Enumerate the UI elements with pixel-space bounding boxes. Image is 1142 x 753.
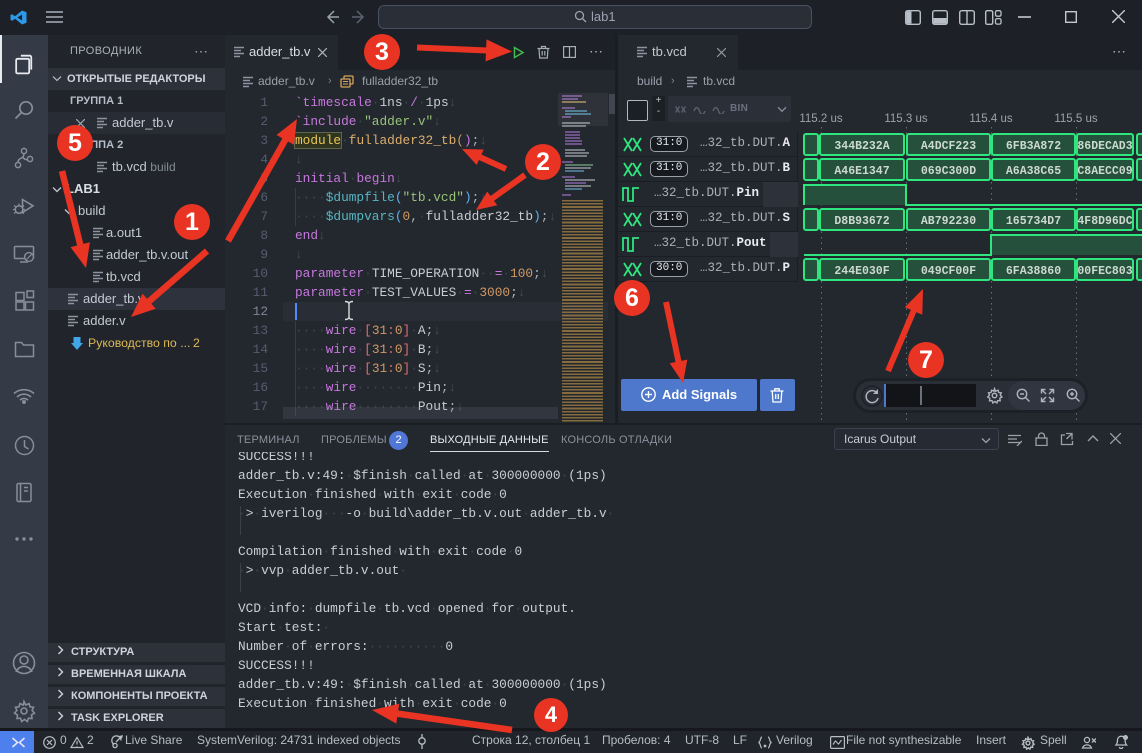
svg-text:A46E1347: A46E1347 — [834, 165, 889, 178]
svg-text:C8AECC09: C8AECC09 — [1077, 165, 1132, 178]
svg-text:6FA38860: 6FA38860 — [1006, 265, 1061, 278]
svg-text:00FEC803: 00FEC803 — [1077, 265, 1132, 278]
svg-text:049CF00F: 049CF00F — [921, 265, 976, 278]
svg-text:4F8D96DC: 4F8D96DC — [1077, 215, 1132, 228]
svg-text:069C300D: 069C300D — [921, 165, 976, 178]
svg-text:A6A38C65: A6A38C65 — [1006, 165, 1061, 178]
svg-text:D8B93672: D8B93672 — [834, 215, 889, 228]
svg-text:AB792230: AB792230 — [921, 215, 976, 228]
svg-text:344B232A: 344B232A — [834, 140, 889, 153]
svg-text:86DECAD3: 86DECAD3 — [1077, 140, 1132, 153]
svg-text:6FB3A872: 6FB3A872 — [1006, 140, 1061, 153]
svg-text:A4DCF223: A4DCF223 — [921, 140, 976, 153]
svg-text:244E030F: 244E030F — [834, 265, 889, 278]
svg-text:165734D7: 165734D7 — [1006, 215, 1061, 228]
